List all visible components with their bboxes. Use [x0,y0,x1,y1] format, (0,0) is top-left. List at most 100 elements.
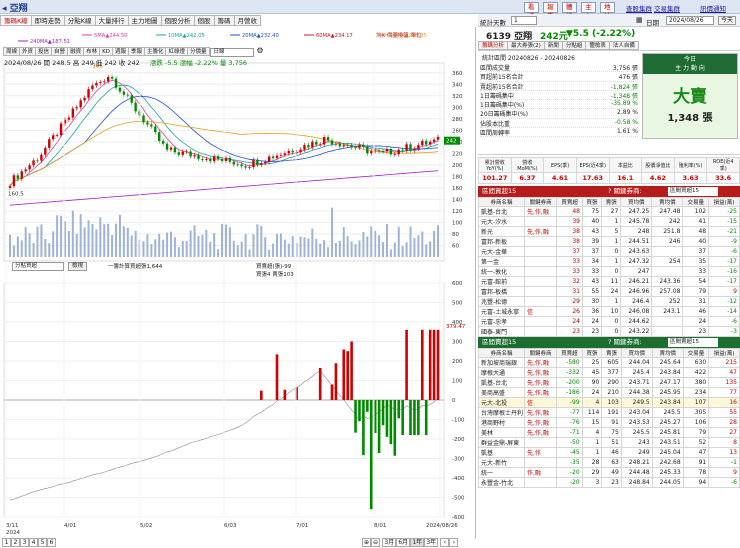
tab-realtime[interactable]: 即時走勢 [30,15,65,26]
table-row[interactable]: 元大-金華 37 37 0 243.63 37 -6 [478,246,740,258]
broker-name[interactable]: 凱基-台北 [478,377,525,389]
subtab-dealer[interactable]: 自營 [51,47,69,56]
table-row[interactable]: 兆豐-松德 29 30 1 246.4 252 31 -12 [478,296,740,308]
chevron-left-icon[interactable]: ‹ [440,538,450,547]
broker-name[interactable]: 元富-忠孝 [478,316,525,328]
table-row[interactable]: 凱基-台北 先,作,融 48 75 27 247.25 247.48 102 -25 [478,206,740,218]
price-chart[interactable]: 5MA▲244.50 10MA▲242.05 20MA▲232.40 60MA▲234… [0,27,476,539]
broker-name[interactable]: 元大-北投 [478,397,525,409]
period-select[interactable]: 日線 [210,48,255,57]
table-row[interactable]: 元富-忠孝 24 24 0 244.62 24 -6 [478,316,740,328]
table-row[interactable]: 元大-北投信 -99 4 103 249.5 243.84 107 16 [478,397,740,409]
broker-name[interactable]: 元富-土城永寧 [478,306,525,318]
table-row[interactable]: 群益金鼎-屏東 -50 1 51 243 243.51 52 8 [478,437,740,449]
range-6m[interactable]: 6月 [396,538,411,547]
table-row[interactable]: 美商高盛 先,作,融 -186 24 210 244.38 245.95 234 77 [478,387,740,399]
broker-name[interactable]: 新光 [478,226,525,238]
table-row[interactable]: 摩根大通 先,作,融 -332 45 377 245.4 243.84 422 47 [478,367,740,379]
broker-name[interactable]: 港商野村 [478,417,525,429]
rtab-checkup[interactable]: 體檢表 [585,41,610,50]
broker-name[interactable]: 凱基 [478,447,525,459]
tab-branch-k[interactable]: 分點K線 [63,15,96,26]
subtab-kd[interactable]: KD [99,47,113,56]
price-alert-link[interactable]: 訊價通知 [700,3,726,13]
broker-name[interactable]: 元富-館前 [478,276,525,288]
broker-name[interactable]: 美林 [478,427,525,439]
zoom-out-icon[interactable]: ⊖ [371,538,380,547]
broker-name[interactable]: 統一 [478,467,525,479]
broker-name[interactable]: 台灣摩根士丹利 [478,407,525,419]
calendar-icon[interactable]: ▦ [636,16,643,24]
broker-name[interactable]: 群益金鼎-屏東 [478,437,525,449]
rtab-max-margin[interactable]: 最大券張(2) [507,41,545,50]
page-4[interactable]: 4 [29,538,38,547]
table-row[interactable]: 台灣摩根士丹利 先,作,融 -77 114 191 243.04 245.5 305 55 [478,407,740,419]
gear-icon[interactable]: ⚙ [256,46,263,55]
table-row[interactable]: 凱基-台北 先,作,融 -200 90 290 243.71 247.17 380 135 [478,377,740,389]
date-input[interactable]: 2024/08/26 [666,16,714,25]
tab-volume-rank[interactable]: 大量排行 [94,15,129,26]
broker-name[interactable]: 富邦-新板 [478,236,525,248]
tab-chip-k[interactable]: 籌碼K線 [0,15,32,26]
tab-stock[interactable]: 個股 [193,15,215,26]
broker-name[interactable]: 統一-敦化 [478,266,525,278]
table-row[interactable]: 統一 作,融 -20 29 49 244.48 245.33 78 9 [478,467,740,479]
table-row[interactable]: 富邦-新板 38 39 1 244.51 246 40 -9 [478,236,740,248]
broker-name[interactable]: 凱基-台北 [478,206,525,218]
tab-monthly-revenue[interactable]: 月營收 [233,15,262,26]
tab-chips[interactable]: 籌碼 [213,15,235,26]
broker-name[interactable]: 第一金 [478,256,525,268]
view-button-lower[interactable]: 檢視 [68,262,88,271]
table-row[interactable]: 新加坡商瑞銀 先,作,融 -580 25 605 244.04 245.64 630 215 [478,357,740,369]
range-1y[interactable]: 1年 [410,538,425,547]
rtab-institutional[interactable]: 法人自備 [608,41,639,50]
checkup-button[interactable]: 體檢 [562,2,577,20]
mainforce-button[interactable]: 主力 [581,2,596,20]
page-1[interactable]: 1 [2,538,11,547]
broker-name[interactable]: 元大-新竹 [478,457,525,469]
sell-filter-select[interactable]: 區間賣超15 [668,338,718,348]
broker-name[interactable]: 元大-汐水 [478,216,525,228]
page-5[interactable]: 5 [38,538,47,547]
broker-name[interactable]: 富邦-板橋 [478,286,525,298]
table-row[interactable]: 元大-新竹 -35 28 63 248.21 242.68 91 -1 [478,457,740,469]
tab-analysis[interactable]: 個股分析 [160,15,195,26]
chevron-right-icon[interactable]: › [449,538,459,547]
range-3m[interactable]: 3月 [382,538,397,547]
stat-days-select[interactable]: 1 [511,16,537,25]
address-button[interactable]: 地址 [600,2,615,20]
subtab-bollinger[interactable]: 布林 [83,47,101,56]
subtab-quarterly[interactable]: 季報 [127,47,145,56]
zoom-in-icon[interactable]: ⊕ [362,538,371,547]
trade-group-link[interactable]: 交易集群 [654,3,680,13]
broker-name[interactable]: 永豐金-竹北 [478,477,525,489]
view-button[interactable]: 看法 [524,2,539,20]
subtab-foreign[interactable]: 外資 [19,47,37,56]
subtab-price-volume[interactable]: 分價量 [187,47,210,56]
table-row[interactable]: 第一金 33 34 1 247.32 254 35 -17 [478,256,740,268]
table-row[interactable]: 國泰-東門 23 23 0 243.22 23 -3 [478,326,740,338]
table-row[interactable]: 元大-汐水 39 40 1 245.78 242 41 -15 [478,216,740,228]
range-3y[interactable]: 3年 [424,538,439,547]
subtab-trust[interactable]: 投信 [35,47,53,56]
page-3[interactable]: 3 [20,538,29,547]
stock-group-link[interactable]: 查股集群 [626,3,652,13]
subtab-traffic-light[interactable]: 紅綠燈 [165,47,188,56]
rtab-news[interactable]: 新聞 [543,41,563,50]
broker-name[interactable]: 兆豐-松德 [478,296,525,308]
subtab-mainchip[interactable]: 主籌化 [143,47,167,56]
page-2[interactable]: 2 [11,538,20,547]
table-row[interactable]: 美林 先,作,融 -71 4 75 245.5 245.81 79 27 [478,427,740,439]
broker-name[interactable]: 國泰-東門 [478,326,525,338]
buy-filter-select[interactable]: 區間買超15 [668,187,718,196]
subtab-weekly[interactable]: 週報 [111,47,129,56]
table-row[interactable]: 凱基 先,作 -45 1 46 249 245.04 47 13 [478,447,740,459]
table-row[interactable]: 永豐金-竹北 -20 3 23 248.84 244.05 94 -6 [478,477,740,489]
broker-name[interactable]: 美商高盛 [478,387,525,399]
subtab-week[interactable]: 周線 [3,47,21,56]
broker-name[interactable]: 摩根大通 [478,367,525,379]
rtab-chip-analysis[interactable]: 籌碼分析 [478,41,509,50]
broker-name[interactable]: 新加坡商瑞銀 [478,357,525,369]
table-row[interactable]: 富邦-板橋 31 55 24 246.96 257.08 79 9 [478,286,740,298]
report-button[interactable]: 報告 [543,2,558,20]
